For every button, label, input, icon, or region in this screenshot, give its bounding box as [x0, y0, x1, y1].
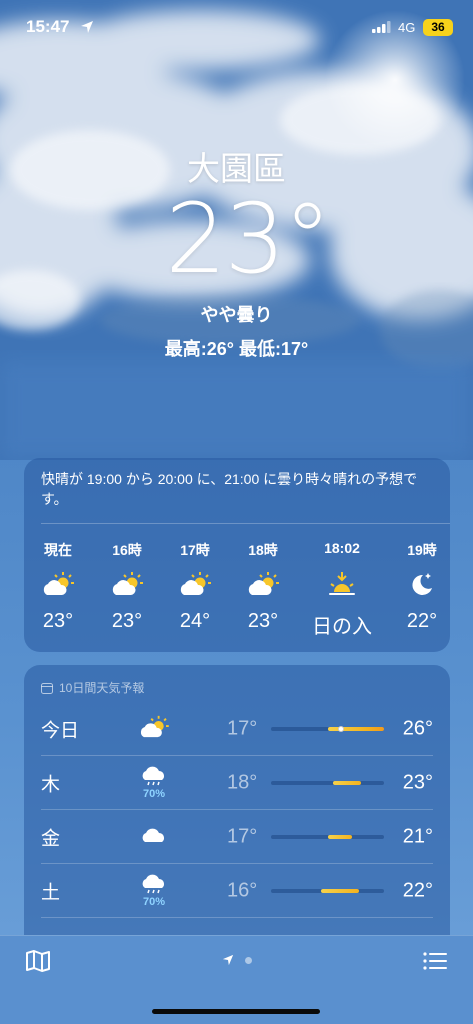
- precip-chance: 70%: [142, 896, 166, 908]
- partly-cloudy-day-icon: [165, 566, 225, 602]
- map-icon[interactable]: [26, 950, 50, 972]
- calendar-icon: [41, 682, 53, 694]
- partly-cloudy-day-icon: [97, 566, 157, 602]
- ten-day-forecast-card[interactable]: 10日間天気予報 今日 17° 26° 木 70% 18° 23° 金 17° …: [24, 665, 450, 965]
- hour-label: 18時: [248, 542, 278, 558]
- hour-label: 16時: [112, 542, 142, 558]
- cloud-icon: [138, 826, 170, 848]
- hour-value: 23°: [111, 610, 143, 632]
- hour-value: 日の入: [312, 616, 372, 638]
- hourly-forecast-card[interactable]: 快晴が 19:00 から 20:00 に、21:00 に曇り時々晴れの予想です。…: [24, 458, 450, 652]
- list-icon[interactable]: [423, 951, 447, 971]
- day-row[interactable]: 金 17° 21°: [41, 810, 433, 864]
- hour-value: 23°: [247, 610, 279, 632]
- sunset-icon: [312, 566, 372, 602]
- hour-value: 24°: [179, 610, 211, 632]
- status-bar: 15:47 4G 36: [0, 0, 473, 56]
- high-low-temperature: 最高:26° 最低:17°: [164, 339, 309, 359]
- network-type: 4G: [398, 20, 416, 35]
- cellular-signal-icon: [372, 21, 391, 33]
- temp-range-bar: [271, 889, 384, 893]
- hour-label: 18:02: [324, 540, 360, 556]
- hour-item: 現在 23°: [28, 540, 88, 633]
- day-row[interactable]: 今日 17° 26°: [41, 702, 433, 756]
- home-indicator[interactable]: [152, 1009, 320, 1014]
- temp-range-bar: [271, 781, 384, 785]
- current-temperature: 23°: [165, 183, 331, 295]
- day-name: 木: [41, 774, 61, 796]
- low-temp: 17°: [227, 825, 258, 848]
- page-indicator-dot[interactable]: [245, 957, 252, 964]
- current-location-page-icon[interactable]: [222, 954, 234, 966]
- hour-item: 17時 24°: [165, 540, 225, 633]
- hour-item: 18時 23°: [233, 540, 293, 633]
- current-temp-dot: [338, 726, 345, 732]
- hour-item: 19時 22°: [392, 540, 452, 633]
- precip-chance: 70%: [142, 788, 166, 800]
- temp-range-bar: [271, 726, 384, 732]
- hour-label: 17時: [180, 542, 210, 558]
- ten-day-title: 10日間天気予報: [59, 681, 145, 695]
- hour-value: 22°: [406, 610, 438, 632]
- ten-day-header: 10日間天気予報: [41, 679, 144, 696]
- temp-range-fill: [327, 835, 353, 839]
- partly-cloudy-day-icon: [233, 566, 293, 602]
- low-temp: 17°: [227, 717, 258, 740]
- day-row[interactable]: 木 70% 18° 23°: [41, 756, 433, 810]
- high-temp: 26°: [402, 717, 433, 740]
- forecast-summary: 快晴が 19:00 から 20:00 に、21:00 に曇り時々晴れの予想です。: [41, 471, 418, 507]
- rain-cloud-icon: 70%: [138, 874, 170, 908]
- high-temp: 22°: [402, 879, 433, 902]
- hour-label: 現在: [44, 542, 72, 558]
- partly-cloudy-day-icon: [28, 566, 88, 602]
- temp-range-fill: [333, 781, 362, 785]
- temp-range-bar: [271, 835, 384, 839]
- divider: [41, 523, 450, 524]
- battery-indicator: 36: [423, 19, 453, 36]
- day-row[interactable]: 土 70% 16° 22°: [41, 864, 433, 918]
- temp-range-fill: [320, 889, 360, 893]
- temp-range-fill: [327, 727, 384, 731]
- hour-item: 18:02 日の入: [312, 540, 372, 639]
- partly-cloudy-day-icon: [138, 715, 170, 743]
- moon-stars-icon: [392, 566, 452, 602]
- hour-value: 23°: [42, 610, 74, 632]
- high-temp: 23°: [402, 771, 433, 794]
- hour-label: 19時: [407, 542, 437, 558]
- location-arrow-icon: [81, 21, 93, 33]
- low-temp: 16°: [227, 879, 258, 902]
- day-name: 土: [41, 882, 61, 904]
- status-time: 15:47: [26, 17, 70, 36]
- current-condition: やや曇り: [200, 305, 273, 325]
- low-temp: 18°: [227, 771, 258, 794]
- hour-item: 16時 23°: [97, 540, 157, 633]
- rain-cloud-icon: 70%: [138, 766, 170, 800]
- day-name: 金: [41, 828, 61, 850]
- high-temp: 21°: [402, 825, 433, 848]
- day-name: 今日: [41, 720, 80, 742]
